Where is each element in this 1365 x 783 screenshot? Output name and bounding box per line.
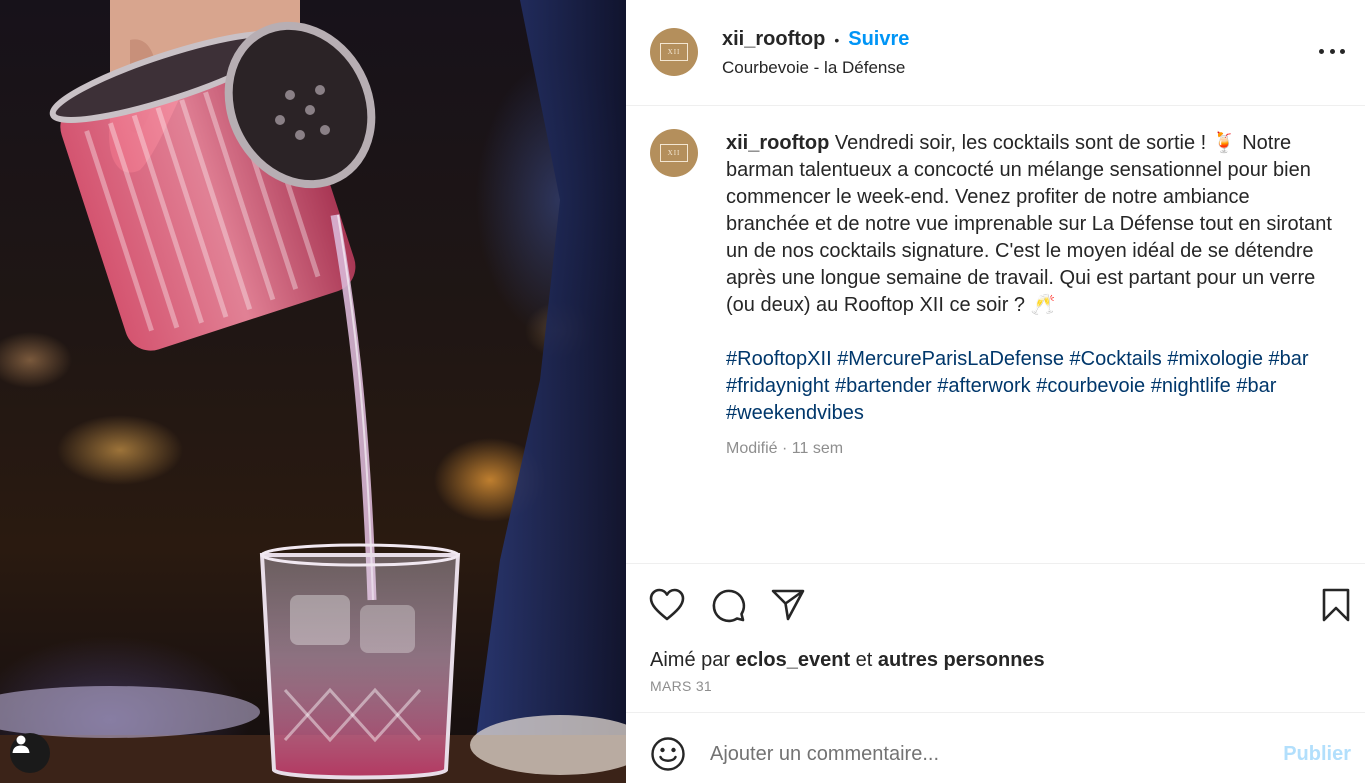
post-actions: Aimé par eclos_event et autres personnes…	[626, 563, 1365, 713]
caption-avatar[interactable]: XII	[650, 129, 698, 177]
more-dot	[1340, 48, 1345, 54]
bookmark-icon	[1322, 588, 1350, 622]
liked-user-link[interactable]: eclos_event	[736, 649, 851, 671]
emoji-button[interactable]	[650, 736, 686, 772]
more-dot	[1329, 48, 1335, 54]
hashtag-list: #RooftopXII #MercureParisLaDefense #Cock…	[726, 346, 1336, 427]
hashtag-link[interactable]: #weekendvibes	[726, 402, 864, 424]
heart-icon	[649, 588, 685, 621]
liked-prefix: Aimé par	[650, 649, 731, 671]
hashtag-link[interactable]: #mixologie	[1167, 348, 1263, 370]
caption-username-link[interactable]: xii_rooftop	[726, 132, 829, 154]
header-title-line: xii_rooftop • Suivre	[722, 28, 909, 51]
hashtag-link[interactable]: #courbevoie	[1036, 375, 1145, 397]
follow-button[interactable]: Suivre	[848, 28, 909, 51]
post-photo[interactable]	[0, 0, 626, 783]
post-date: MARS 31	[650, 678, 713, 694]
publish-button[interactable]: Publier	[1283, 743, 1351, 766]
hashtag-link[interactable]: #bartender	[835, 375, 932, 397]
post-header: XII xii_rooftop • Suivre Courbevoie - la…	[626, 0, 1365, 106]
more-dot	[1319, 48, 1324, 54]
brand-logo: XII	[660, 144, 688, 162]
user-icon	[12, 735, 30, 753]
cocktail-illustration	[0, 0, 626, 783]
caption-text: Vendredi soir, les cocktails sont de sor…	[726, 132, 1332, 316]
hashtag-link[interactable]: #MercureParisLaDefense	[837, 348, 1064, 370]
like-button[interactable]	[648, 586, 686, 624]
hashtag-link[interactable]: #RooftopXII	[726, 348, 832, 370]
share-button[interactable]	[769, 586, 807, 624]
liked-and: et	[855, 649, 873, 671]
hashtag-link[interactable]: #fridaynight	[726, 375, 829, 397]
account-button[interactable]	[10, 733, 50, 773]
emoji-icon	[651, 737, 685, 771]
likes-summary: Aimé par eclos_event et autres personnes	[650, 649, 1045, 672]
more-options-icon[interactable]	[1319, 41, 1345, 61]
hashtag-link[interactable]: #Cocktails	[1070, 348, 1162, 370]
save-button[interactable]	[1317, 586, 1355, 624]
separator-dot: •	[834, 31, 840, 48]
comment-input[interactable]	[710, 736, 1270, 772]
brand-logo: XII	[660, 43, 688, 61]
edited-timestamp: Modifié · 11 sem	[726, 440, 844, 457]
post-details-panel: XII xii_rooftop • Suivre Courbevoie - la…	[626, 0, 1365, 783]
comment-icon	[712, 589, 746, 623]
location-link[interactable]: Courbevoie - la Défense	[722, 58, 905, 78]
hashtag-link[interactable]: #nightlife	[1151, 375, 1231, 397]
liked-others-link[interactable]: autres personnes	[878, 649, 1045, 671]
comment-button[interactable]	[709, 586, 747, 624]
hashtag-link[interactable]: #bar	[1269, 348, 1309, 370]
send-icon	[771, 589, 805, 621]
hashtag-link[interactable]: #bar	[1236, 375, 1276, 397]
comment-bar: Publier	[626, 714, 1365, 783]
hashtag-link[interactable]: #afterwork	[937, 375, 1030, 397]
post-caption: xii_rooftop Vendredi soir, les cocktails…	[726, 130, 1336, 427]
avatar[interactable]: XII	[650, 28, 698, 76]
username-link[interactable]: xii_rooftop	[722, 28, 825, 51]
